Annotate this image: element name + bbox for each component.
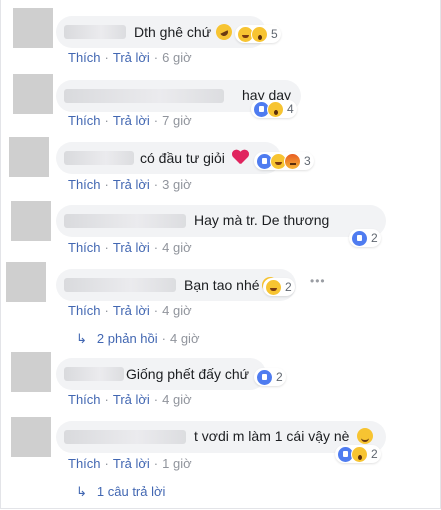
- like-link[interactable]: Thích: [68, 113, 101, 128]
- reaction-summary[interactable]: 4: [251, 100, 297, 118]
- reply-arrow-icon: ↳: [76, 331, 87, 346]
- comment-text: Hay mà tr. De thương: [194, 212, 330, 228]
- replies-count[interactable]: 1 câu trả lời: [97, 484, 166, 499]
- avatar[interactable]: [11, 201, 51, 241]
- like-reaction-icon: [256, 368, 273, 386]
- reaction-summary[interactable]: 2: [254, 368, 286, 386]
- avatar[interactable]: [6, 262, 46, 302]
- reaction-count: 5: [271, 27, 278, 41]
- comments-panel: Dth ghê chứ 5 Thích · Trả lời · 6 giờ hay da…: [0, 0, 441, 509]
- reply-arrow-icon: ↳: [76, 484, 87, 499]
- avatar[interactable]: [11, 352, 51, 392]
- comment-bubble: Bạn tao nhé: [56, 269, 296, 301]
- like-reaction-icon: [351, 229, 368, 247]
- blurred-username[interactable]: [64, 430, 186, 444]
- comment-text: có đầu tư giỏi: [140, 150, 225, 166]
- replies-count[interactable]: 2 phản hồi: [97, 331, 158, 346]
- avatar[interactable]: [11, 417, 51, 457]
- comment-actions: Thích · Trả lời · 3 giờ: [68, 177, 192, 192]
- replies-time: 4 giờ: [169, 331, 200, 346]
- haha-reaction-icon: [265, 278, 282, 296]
- comment-actions: Thích · Trả lời · 4 giờ: [68, 392, 192, 407]
- avatar[interactable]: [13, 8, 53, 48]
- reply-link[interactable]: Trả lời: [113, 177, 150, 192]
- comment-time[interactable]: 4 giờ: [162, 303, 192, 318]
- view-replies-link[interactable]: ↳ 1 câu trả lời: [76, 484, 165, 500]
- wow-reaction-icon: [351, 445, 368, 463]
- like-link[interactable]: Thích: [68, 303, 101, 318]
- reaction-count: 2: [371, 447, 378, 461]
- avatar[interactable]: [9, 137, 49, 177]
- comment-time[interactable]: 3 giờ: [162, 177, 192, 192]
- comment-text: Bạn tao nhé: [184, 277, 260, 293]
- like-link[interactable]: Thích: [68, 177, 101, 192]
- avatar[interactable]: [13, 74, 53, 114]
- reaction-count: 2: [276, 370, 283, 384]
- rolling-laughing-emoji: [213, 21, 235, 43]
- reaction-summary[interactable]: 2: [349, 229, 381, 247]
- comment-bubble: có đầu tư giỏi: [56, 142, 281, 174]
- blurred-username[interactable]: [64, 25, 126, 39]
- comment-bubble: Giống phết đấy chứ: [56, 358, 266, 390]
- like-link[interactable]: Thích: [68, 456, 101, 471]
- comment-text: t vơdi m làm 1 cái vậy nè: [194, 428, 350, 444]
- like-link[interactable]: Thích: [68, 50, 101, 65]
- reaction-count: 2: [371, 231, 378, 245]
- comment-text: Dth ghê chứ: [134, 24, 212, 40]
- comment-time[interactable]: 4 giờ: [162, 392, 192, 407]
- reaction-count: 3: [304, 154, 311, 168]
- comment-time[interactable]: 4 giờ: [162, 240, 192, 255]
- blurred-username[interactable]: [64, 214, 186, 228]
- comment-actions: Thích · Trả lời · 6 giờ: [68, 50, 192, 65]
- comment-actions: Thích · Trả lời · 4 giờ: [68, 303, 192, 318]
- reaction-count: 2: [285, 280, 292, 294]
- wow-reaction-icon: [251, 25, 268, 43]
- reply-link[interactable]: Trả lời: [113, 50, 150, 65]
- reply-link[interactable]: Trả lời: [113, 456, 150, 471]
- reply-link[interactable]: Trả lời: [113, 240, 150, 255]
- comment-actions: Thích · Trả lời · 1 giờ: [68, 456, 192, 471]
- reply-link[interactable]: Trả lời: [113, 303, 150, 318]
- ellipsis-icon[interactable]: •••: [310, 274, 326, 288]
- slightly-smiling-emoji: [357, 428, 373, 444]
- comment-text: Giống phết đấy chứ: [126, 366, 250, 382]
- reaction-summary[interactable]: 5: [235, 25, 281, 43]
- blurred-username[interactable]: [64, 89, 224, 103]
- comment-actions: Thích · Trả lời · 4 giờ: [68, 240, 192, 255]
- reaction-summary[interactable]: 2: [263, 278, 295, 296]
- comment-actions: Thích · Trả lời · 7 giờ: [68, 113, 192, 128]
- reaction-summary[interactable]: 2: [335, 445, 381, 463]
- reaction-count: 4: [287, 102, 294, 116]
- reply-link[interactable]: Trả lời: [113, 113, 150, 128]
- view-replies-link[interactable]: ↳ 2 phản hồi · 4 giờ: [76, 331, 199, 347]
- comment-time[interactable]: 1 giờ: [162, 456, 192, 471]
- wow-reaction-icon: [267, 100, 284, 118]
- comment-time[interactable]: 6 giờ: [162, 50, 192, 65]
- blurred-username[interactable]: [64, 367, 124, 381]
- angry-reaction-icon: [284, 152, 301, 170]
- comment-bubble: Hay mà tr. De thương: [56, 205, 386, 237]
- blurred-username[interactable]: [64, 151, 134, 165]
- blurred-username[interactable]: [64, 278, 176, 292]
- like-link[interactable]: Thích: [68, 240, 101, 255]
- reply-link[interactable]: Trả lời: [113, 392, 150, 407]
- reaction-summary[interactable]: 3: [254, 152, 314, 170]
- comment-time[interactable]: 7 giờ: [162, 113, 192, 128]
- heart-emoji: [232, 149, 248, 165]
- like-link[interactable]: Thích: [68, 392, 101, 407]
